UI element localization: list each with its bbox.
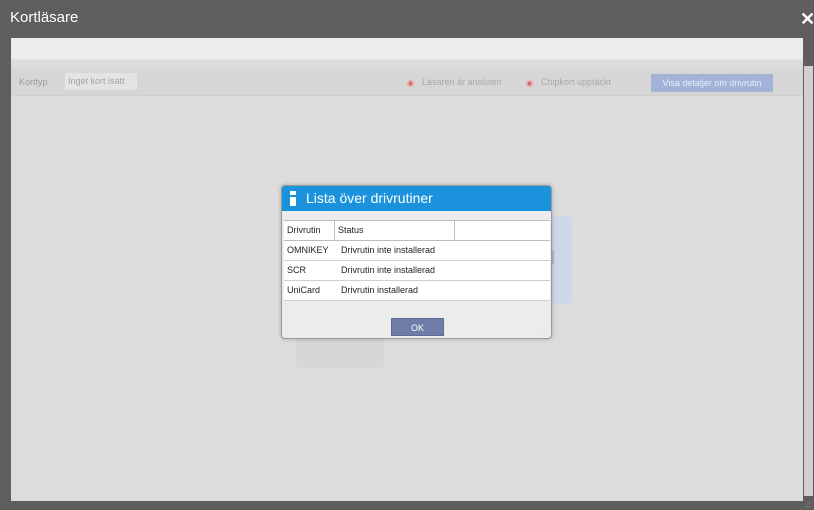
driver-status: Drivrutin inte installerad: [341, 265, 436, 275]
table-header: Drivrutin Status: [284, 221, 550, 241]
window-title: Kortläsare: [10, 9, 79, 26]
dialog-title: Lista över drivrutiner: [306, 190, 433, 206]
scrollbar-thumb[interactable]: [804, 66, 813, 496]
close-icon[interactable]: ✕: [800, 10, 814, 28]
driver-list-dialog: Lista över drivrutiner Drivrutin Status …: [281, 185, 552, 339]
window-resize-grip-icon[interactable]: .:: [806, 501, 810, 509]
driver-table: Drivrutin Status OMNIKEY Drivrutin inte …: [284, 220, 550, 301]
top-strip: [11, 38, 803, 60]
title-bar: Kortläsare ✕: [0, 0, 814, 38]
dialog-header: Lista över drivrutiner: [282, 186, 551, 211]
driver-name: UniCard: [287, 285, 321, 295]
table-row[interactable]: OMNIKEY Drivrutin inte installerad: [284, 241, 550, 261]
driver-name: OMNIKEY: [287, 245, 329, 255]
column-header-status[interactable]: Status: [335, 221, 455, 240]
driver-status: Drivrutin installerad: [341, 285, 419, 295]
reader-status-icon: [407, 80, 414, 87]
table-row[interactable]: UniCard Drivrutin installerad: [284, 281, 550, 301]
card-type-label: Korttyp: [19, 77, 48, 87]
driver-details-button[interactable]: Visa detaljer om drivrutin: [651, 74, 773, 92]
table-row[interactable]: SCR Drivrutin inte installerad: [284, 261, 550, 281]
column-header-driver[interactable]: Drivrutin: [284, 221, 335, 240]
card-toolbar: Korttyp Inget kort isatt Läsaren är ansl…: [11, 69, 803, 96]
driver-name: SCR: [287, 265, 307, 275]
dialog-resize-grip-icon[interactable]: .::: [541, 328, 547, 335]
card-type-value: Inget kort isatt: [65, 73, 137, 90]
chip-status-text: Chipkort upptäckt: [541, 77, 612, 87]
bottom-bar: [0, 501, 814, 510]
chip-status-icon: [526, 80, 533, 87]
info-icon: [290, 191, 296, 206]
reader-status-text: Läsaren är ansluten: [422, 77, 502, 87]
driver-status: Drivrutin inte installerad: [341, 245, 436, 255]
ok-button[interactable]: OK: [391, 318, 444, 336]
